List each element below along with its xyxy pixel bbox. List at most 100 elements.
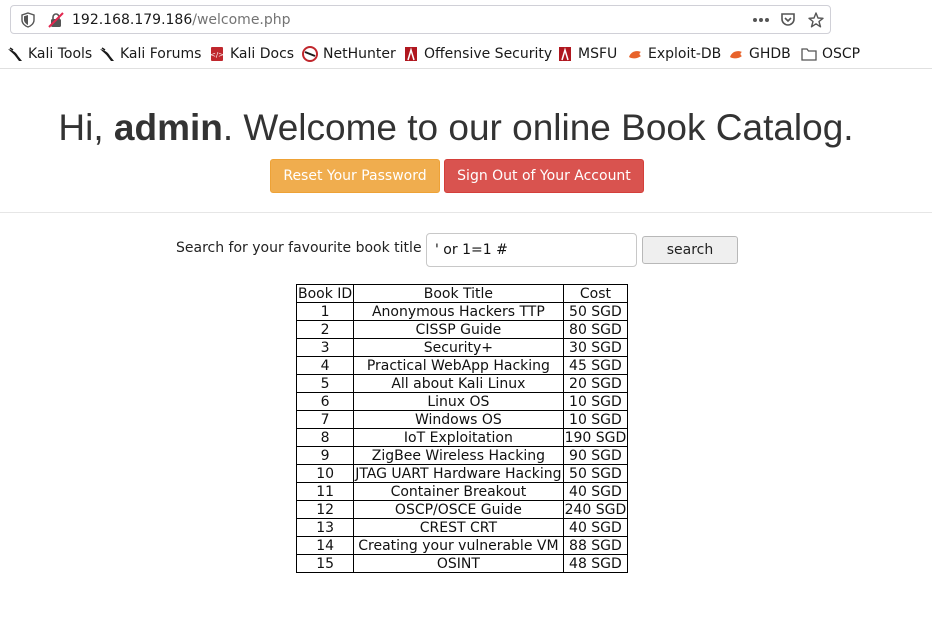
insecure-lock-icon[interactable]	[48, 12, 64, 28]
cell-cost: 10 SGD	[562, 392, 629, 411]
cell-book-id: 2	[295, 320, 355, 339]
cell-cost: 20 SGD	[562, 374, 629, 393]
bookmark-oscp-folder[interactable]: OSCP	[801, 44, 860, 64]
bookmark-label: MSFU	[578, 46, 618, 62]
reset-password-button[interactable]: Reset Your Password	[270, 159, 440, 193]
cell-cost: 90 SGD	[562, 446, 629, 465]
divider	[0, 212, 932, 213]
url-text[interactable]: 192.168.179.186/welcome.php	[72, 11, 291, 29]
table-row: 15 OSINT 48 SGD	[295, 554, 629, 573]
table-row: 12 OSCP/OSCE Guide 240 SGD	[295, 500, 629, 519]
cell-book-id: 12	[295, 500, 355, 519]
address-bar[interactable]: 192.168.179.186/welcome.php	[10, 5, 831, 34]
cell-cost: 240 SGD	[562, 500, 629, 519]
bookmark-exploit-db[interactable]: Exploit-DB	[627, 44, 721, 64]
exploit-db-icon	[627, 46, 643, 62]
cell-book-id: 15	[295, 554, 355, 573]
bookmark-offensive-security[interactable]: Offensive Security	[403, 44, 552, 64]
greeting-prefix: Hi,	[58, 107, 114, 148]
bookmark-label: NetHunter	[323, 46, 396, 62]
search-button[interactable]: search	[642, 236, 738, 264]
folder-icon	[801, 46, 817, 62]
cell-book-title: CREST CRT	[353, 518, 564, 537]
cell-book-title: IoT Exploitation	[353, 428, 564, 447]
cell-book-id: 4	[295, 356, 355, 375]
cell-cost: 45 SGD	[562, 356, 629, 375]
cell-book-title: ZigBee Wireless Hacking	[353, 446, 564, 465]
cell-cost: 10 SGD	[562, 410, 629, 429]
table-row: 13 CREST CRT 40 SGD	[295, 518, 629, 537]
cell-book-id: 13	[295, 518, 355, 537]
svg-text:</>: </>	[210, 51, 224, 59]
bookmark-kali-docs[interactable]: </> Kali Docs	[209, 44, 294, 64]
cell-book-id: 5	[295, 374, 355, 393]
cell-book-title: CISSP Guide	[353, 320, 564, 339]
offsec-icon	[403, 46, 419, 62]
cell-cost: 50 SGD	[562, 302, 629, 321]
cell-cost: 80 SGD	[562, 320, 629, 339]
nethunter-icon	[302, 46, 318, 62]
bookmark-kali-forums[interactable]: Kali Forums	[99, 44, 201, 64]
url-host: 192.168.179.186	[72, 12, 193, 28]
book-catalog-table: Book ID Book Title Cost 1 Anonymous Hacke…	[295, 284, 629, 573]
bookmark-label: OSCP	[822, 46, 861, 62]
bookmark-ghdb[interactable]: GHDB	[728, 44, 791, 64]
bookmark-label: Kali Tools	[28, 46, 93, 62]
bookmark-kali-tools[interactable]: Kali Tools	[7, 44, 92, 64]
bookmark-label: GHDB	[749, 46, 791, 62]
cell-book-id: 3	[295, 338, 355, 357]
kali-docs-icon: </>	[209, 46, 225, 62]
bookmark-msfu[interactable]: MSFU	[557, 44, 617, 64]
username: admin	[113, 107, 223, 148]
bookmark-nethunter[interactable]: NetHunter	[302, 44, 396, 64]
table-row: 7 Windows OS 10 SGD	[295, 410, 629, 429]
table-row: 10 JTAG UART Hardware Hacking 50 SGD	[295, 464, 629, 483]
cell-book-title: OSCP/OSCE Guide	[353, 500, 564, 519]
header-book-id: Book ID	[295, 284, 355, 303]
bookmark-label: Offensive Security	[424, 46, 553, 62]
cell-cost: 40 SGD	[562, 518, 629, 537]
page-actions-icon[interactable]	[752, 12, 770, 28]
cell-book-title: Practical WebApp Hacking	[353, 356, 564, 375]
sign-out-button[interactable]: Sign Out of Your Account	[444, 159, 644, 193]
table-header-row: Book ID Book Title Cost	[295, 284, 629, 303]
cell-cost: 50 SGD	[562, 464, 629, 483]
cell-book-id: 6	[295, 392, 355, 411]
bookmark-star-icon[interactable]	[808, 12, 824, 28]
cell-book-title: Linux OS	[353, 392, 564, 411]
page-title: Hi, admin. Welcome to our online Book Ca…	[0, 106, 912, 150]
cell-book-title: OSINT	[353, 554, 564, 573]
greeting-suffix: . Welcome to our online Book Catalog.	[222, 107, 854, 148]
table-row: 1 Anonymous Hackers TTP 50 SGD	[295, 302, 629, 321]
cell-book-title: JTAG UART Hardware Hacking	[353, 464, 564, 483]
url-path: /welcome.php	[192, 12, 291, 28]
cell-book-id: 11	[295, 482, 355, 501]
cell-book-title: Container Breakout	[353, 482, 564, 501]
ghdb-icon	[728, 46, 744, 62]
cell-book-title: Anonymous Hackers TTP	[353, 302, 564, 321]
bookmark-label: Exploit-DB	[648, 46, 722, 62]
shield-icon[interactable]	[20, 12, 36, 28]
table-row: 4 Practical WebApp Hacking 45 SGD	[295, 356, 629, 375]
cell-book-title: Windows OS	[353, 410, 564, 429]
table-row: 8 IoT Exploitation 190 SGD	[295, 428, 629, 447]
table-row: 5 All about Kali Linux 20 SGD	[295, 374, 629, 393]
pocket-icon[interactable]	[780, 12, 796, 28]
header-book-title: Book Title	[353, 284, 564, 303]
table-row: 11 Container Breakout 40 SGD	[295, 482, 629, 501]
kali-dragon-icon	[7, 46, 23, 62]
cell-book-id: 14	[295, 536, 355, 555]
cell-cost: 190 SGD	[562, 428, 629, 447]
search-label: Search for your favourite book title	[176, 240, 422, 256]
table-row: 9 ZigBee Wireless Hacking 90 SGD	[295, 446, 629, 465]
browser-toolbar: 192.168.179.186/welcome.php	[0, 0, 932, 40]
cell-book-title: Creating your vulnerable VM	[353, 536, 564, 555]
cell-book-id: 1	[295, 302, 355, 321]
msfu-icon	[557, 46, 573, 62]
search-input[interactable]: ' or 1=1 #	[426, 233, 637, 267]
table-row: 6 Linux OS 10 SGD	[295, 392, 629, 411]
kali-dragon-icon	[99, 46, 115, 62]
table-row: 2 CISSP Guide 80 SGD	[295, 320, 629, 339]
cell-cost: 40 SGD	[562, 482, 629, 501]
cell-cost: 48 SGD	[562, 554, 629, 573]
